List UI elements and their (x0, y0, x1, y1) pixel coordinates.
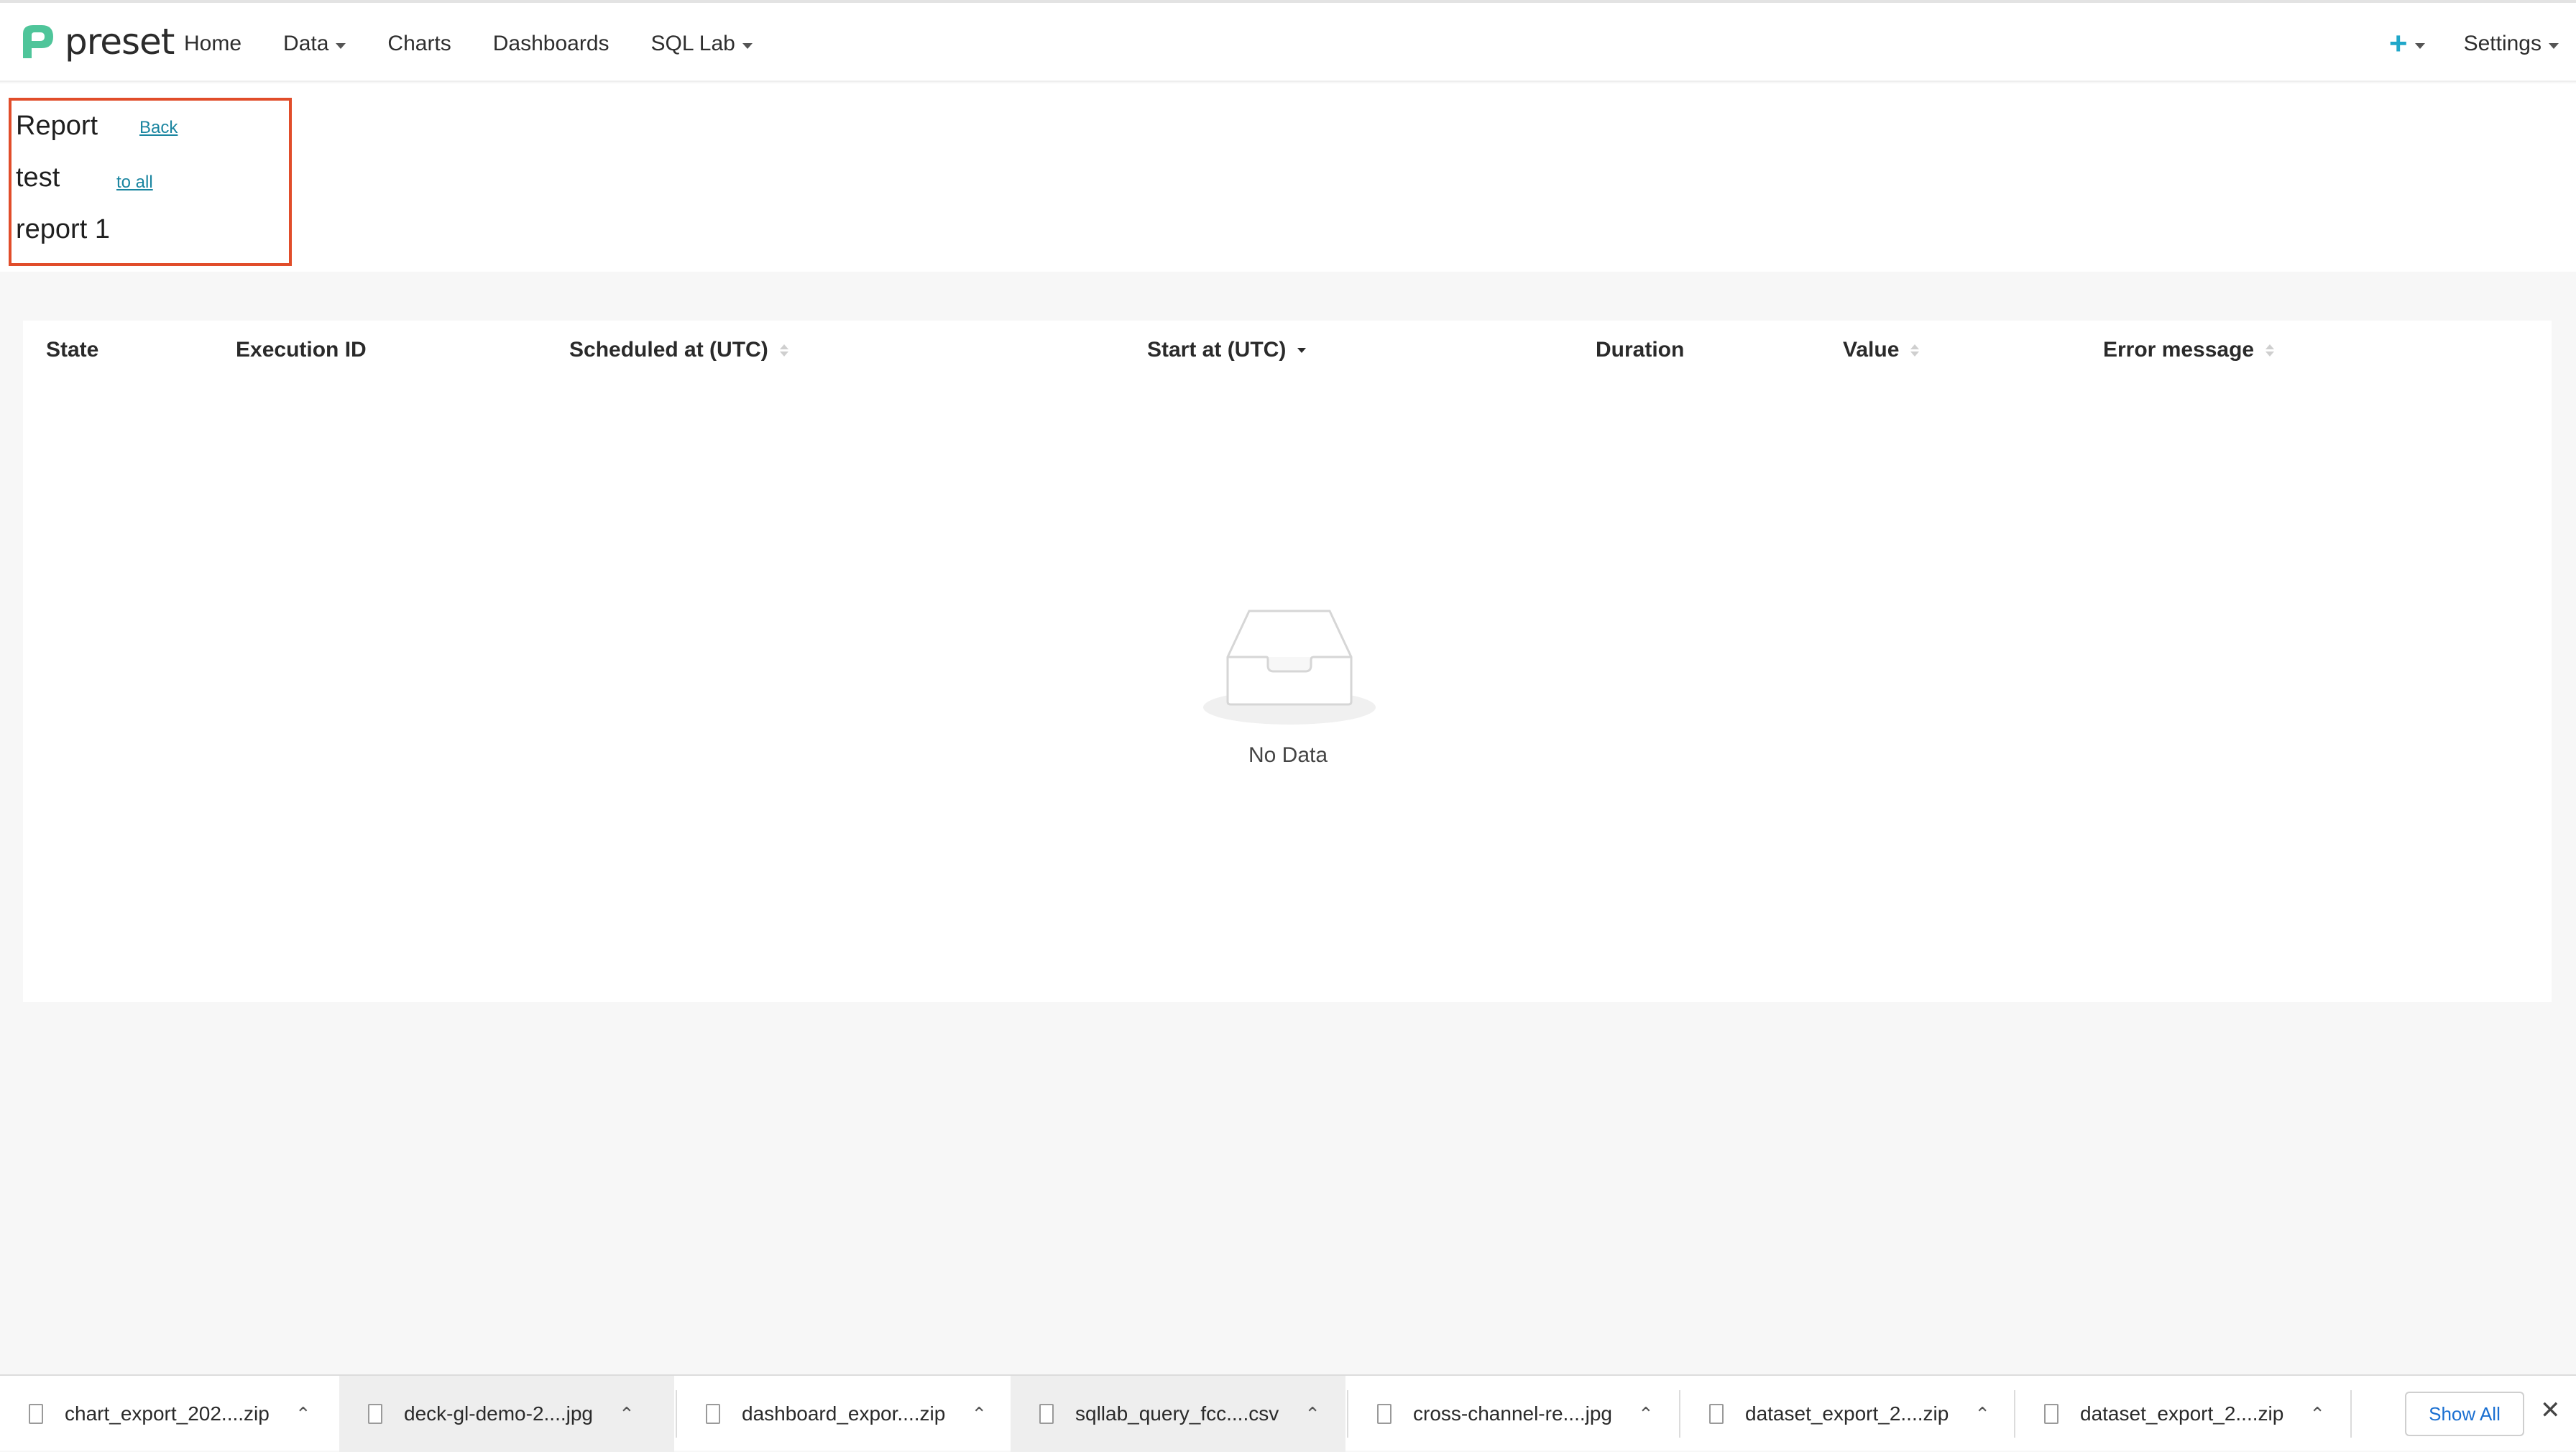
download-item[interactable]: dataset_export_2....zip ⌃ (2015, 1376, 2349, 1452)
chevron-up-icon[interactable]: ⌃ (1638, 1403, 1654, 1425)
sort-desc-icon (1297, 347, 1307, 353)
show-all-downloads-button[interactable]: Show All (2405, 1392, 2524, 1436)
empty-state-text: No Data (1248, 743, 1328, 767)
close-icon[interactable]: ✕ (2540, 1396, 2561, 1425)
column-label: Error message (2103, 338, 2255, 362)
sort-icon (779, 344, 788, 357)
column-header-error-message[interactable]: Error message (2103, 338, 2275, 362)
column-header-scheduled-at[interactable]: Scheduled at (UTC) (569, 338, 788, 362)
caret-down-icon (2549, 43, 2559, 49)
back-to-all-link[interactable]: Back (139, 118, 178, 138)
plus-icon: + (2388, 26, 2408, 61)
file-icon (368, 1404, 382, 1424)
file-icon (706, 1404, 720, 1424)
page-title-line-3: report 1 (16, 214, 110, 244)
download-filename: cross-channel-re....jpg (1413, 1402, 1613, 1425)
csv-file-icon (1039, 1404, 1054, 1424)
chevron-up-icon[interactable]: ⌃ (2309, 1403, 2325, 1425)
column-header-start-at[interactable]: Start at (UTC) (1147, 338, 1307, 362)
download-filename: sqllab_query_fcc....csv (1075, 1402, 1279, 1425)
empty-inbox-icon (1202, 607, 1377, 727)
column-header-execution-id: Execution ID (236, 338, 367, 362)
download-item[interactable]: dataset_export_2....zip ⌃ (1680, 1376, 2014, 1452)
nav-data-label: Data (283, 32, 329, 55)
download-item[interactable]: chart_export_202....zip ⌃ (0, 1376, 338, 1452)
nav-sql-lab-label: SQL Lab (650, 32, 735, 55)
caret-down-icon (2414, 43, 2425, 49)
download-filename: dataset_export_2....zip (2080, 1402, 2284, 1425)
column-label: Value (1843, 338, 1900, 362)
download-item[interactable]: dashboard_expor....zip ⌃ (677, 1376, 1011, 1452)
nav-home-label: Home (184, 32, 242, 55)
download-filename: chart_export_202....zip (65, 1402, 270, 1425)
new-item-button[interactable]: + (2389, 26, 2425, 62)
caret-down-icon (336, 43, 346, 49)
chevron-up-icon[interactable]: ⌃ (295, 1403, 311, 1425)
page-title-line-2: test (16, 162, 60, 193)
download-item[interactable]: cross-channel-re....jpg ⌃ (1348, 1376, 1682, 1452)
column-label: Duration (1596, 338, 1685, 362)
download-filename: dashboard_expor....zip (742, 1402, 946, 1425)
nav-sql-lab[interactable]: SQL Lab (651, 32, 753, 56)
top-navbar: preset Home Data Charts Dashboards SQL L… (0, 0, 2576, 82)
file-icon (29, 1404, 43, 1424)
file-icon (2044, 1404, 2058, 1424)
logo-text: preset (65, 21, 175, 63)
nav-right: + Settings (2389, 3, 2559, 85)
preset-logo[interactable]: preset (16, 19, 175, 65)
sort-icon (2266, 344, 2275, 357)
chevron-up-icon[interactable]: ⌃ (1305, 1403, 1320, 1425)
column-label: Scheduled at (UTC) (569, 338, 768, 362)
sort-icon (1910, 344, 1920, 357)
downloads-bar: chart_export_202....zip ⌃ deck-gl-demo-2… (0, 1374, 2576, 1452)
nav-data[interactable]: Data (283, 32, 346, 56)
main-nav: Home Data Charts Dashboards SQL Lab (184, 3, 794, 85)
column-label: State (46, 338, 99, 362)
preset-logo-icon (23, 25, 53, 58)
nav-home[interactable]: Home (184, 32, 242, 56)
back-to-all-link-line-2[interactable]: to all (116, 173, 153, 193)
chevron-up-icon[interactable]: ⌃ (971, 1403, 987, 1425)
download-item[interactable]: sqllab_query_fcc....csv ⌃ (1011, 1376, 1346, 1452)
column-header-duration: Duration (1596, 338, 1684, 362)
file-icon (1709, 1404, 1724, 1424)
chevron-up-icon[interactable]: ⌃ (1974, 1403, 1990, 1425)
column-label: Start at (UTC) (1147, 338, 1287, 362)
download-filename: deck-gl-demo-2....jpg (404, 1402, 594, 1425)
page-header: Report test report 1 Back to all (0, 83, 2576, 272)
chevron-up-icon[interactable]: ⌃ (619, 1403, 635, 1425)
column-header-value[interactable]: Value (1843, 338, 1920, 362)
download-filename: dataset_export_2....zip (1745, 1402, 1949, 1425)
settings-label: Settings (2463, 32, 2542, 55)
caret-down-icon (742, 43, 753, 49)
nav-charts[interactable]: Charts (387, 32, 451, 56)
download-item[interactable]: deck-gl-demo-2....jpg ⌃ (339, 1376, 674, 1452)
settings-menu[interactable]: Settings (2464, 32, 2559, 56)
column-header-state: State (46, 338, 98, 362)
page-title-line-1: Report (16, 111, 98, 141)
column-label: Execution ID (236, 338, 367, 362)
nav-charts-label: Charts (387, 32, 451, 55)
nav-dashboards[interactable]: Dashboards (493, 32, 610, 56)
file-icon (1377, 1404, 1392, 1424)
nav-dashboards-label: Dashboards (492, 32, 610, 55)
